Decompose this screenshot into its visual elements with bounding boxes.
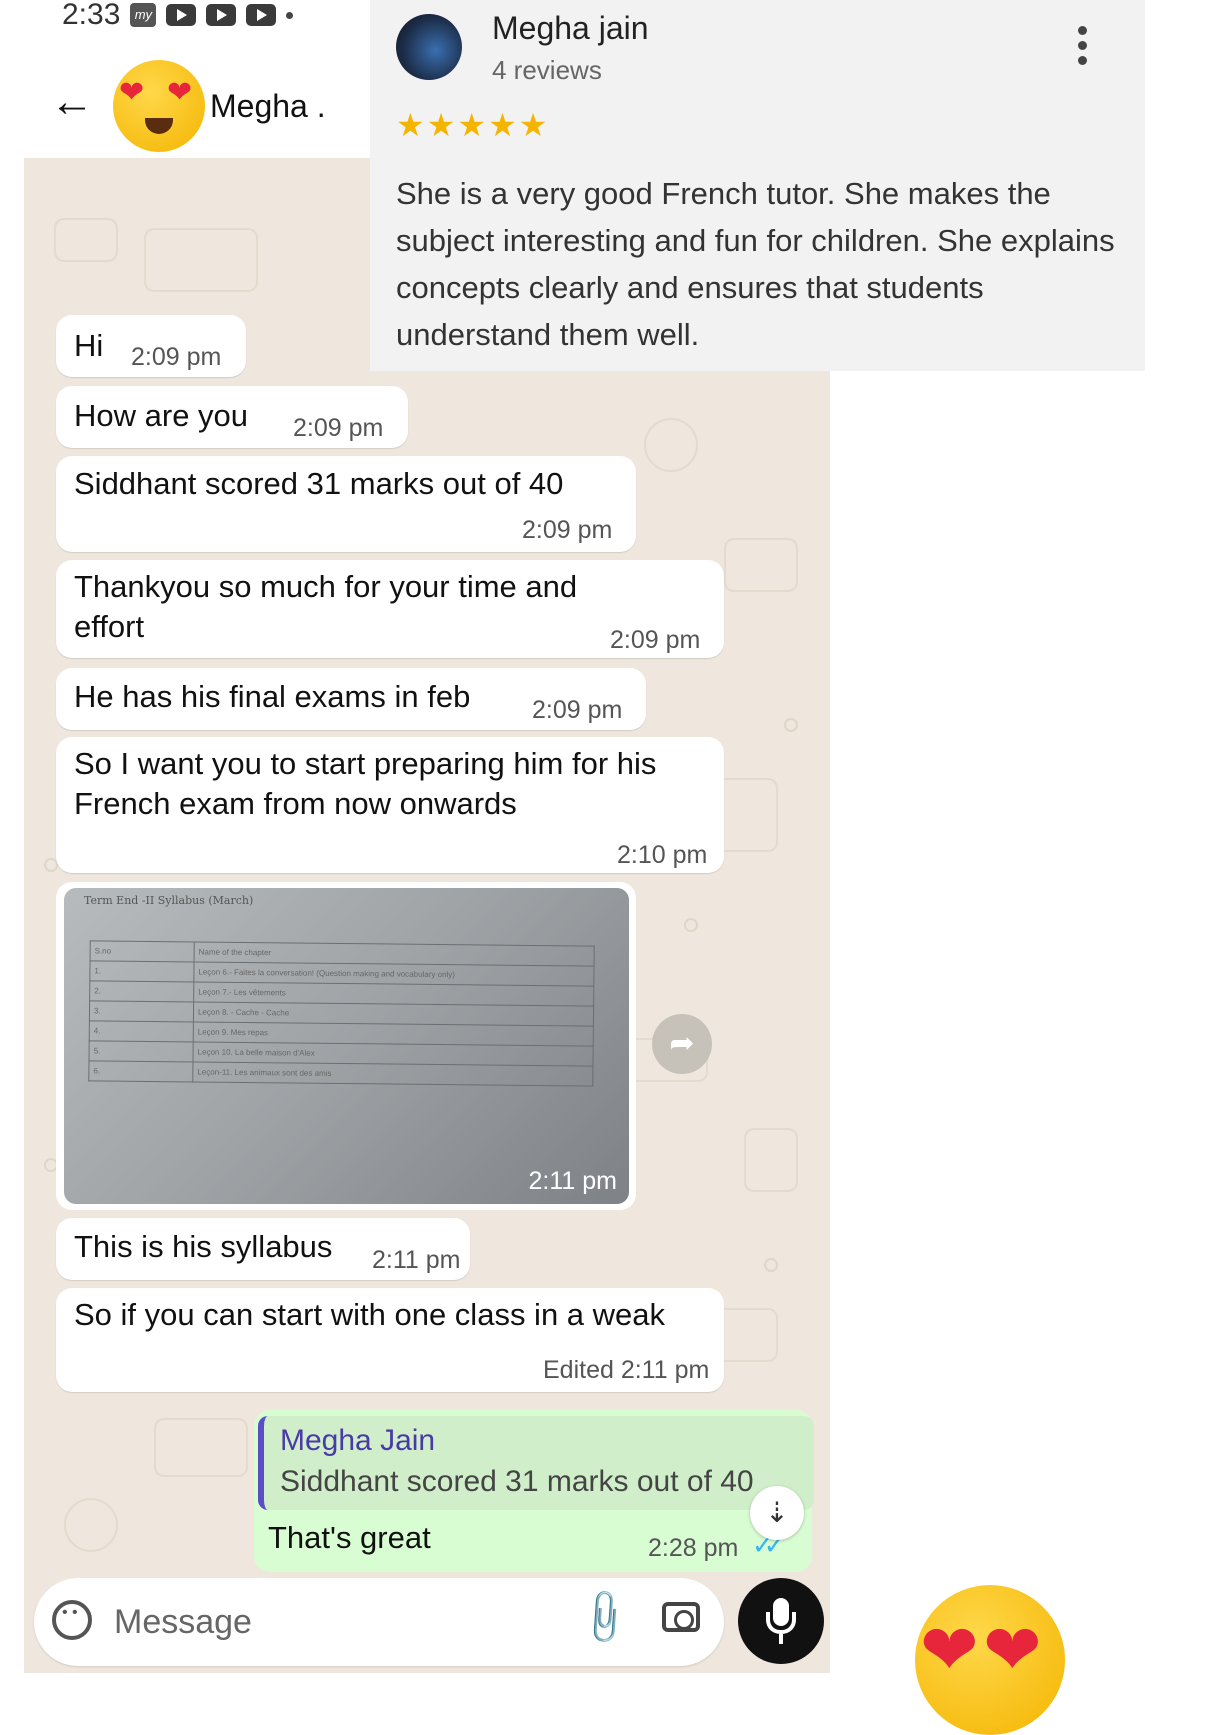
message-text: Hi [74,328,104,363]
heart-eye-icon: ❤ [920,1611,979,1689]
youtube-notification-icon [166,4,197,26]
status-bar: 2:33 my [62,0,294,31]
reviewer-name[interactable]: Megha jain [492,10,649,47]
message-time: 2:09 pm [610,626,701,654]
heart-eye-icon: ❤ [119,76,145,109]
message-composer: 📎 [34,1578,724,1666]
attach-icon[interactable]: 📎 [571,1586,636,1651]
status-time: 2:33 [62,0,121,31]
syllabus-photo[interactable]: Term End -II Syllabus (March) S.no Name o… [64,888,629,1204]
heart-eye-icon: ❤ [167,76,193,109]
syllabus-table: S.no Name of the chapter 1. Leçon 6.- Fait… [88,940,595,1087]
sent-message-bubble[interactable]: Megha Jain Siddhant scored 31 marks out … [254,1410,814,1572]
message-time: 2:09 pm [131,343,222,371]
message-bubble[interactable]: How are you 2:09 pm [56,386,408,448]
reviewer-avatar[interactable] [396,14,462,80]
message-text: Thankyou so much for your time and effor… [74,569,578,644]
smile-mouth-icon [145,118,173,134]
message-time: 2:11 pm [372,1246,461,1274]
message-bubble[interactable]: Thankyou so much for your time and effor… [56,560,724,658]
star-rating: ★★★★★ [396,107,550,143]
syllabus-title: Term End -II Syllabus (March) [84,894,254,907]
message-bubble[interactable]: He has his final exams in feb 2:09 pm [56,668,646,730]
chat-header: ← ❤ ❤ Megha . [0,50,360,160]
message-text: That's great [268,1520,431,1555]
message-time: 2:09 pm [522,516,613,544]
emoji-icon[interactable] [52,1600,92,1640]
message-bubble[interactable]: Siddhant scored 31 marks out of 40 2:09 … [56,456,636,552]
quoted-text: Siddhant scored 31 marks out of 40 [280,1465,754,1498]
message-text: Siddhant scored 31 marks out of 40 [74,466,564,501]
app-notification-icon: my [130,3,157,27]
review-card: Megha jain 4 reviews ★★★★★ She is a very… [370,0,1145,371]
more-vert-icon[interactable] [1078,26,1088,65]
message-text: This is his syllabus [74,1229,333,1264]
heart-eye-icon: ❤ [983,1611,1042,1689]
heart-eyes-emoji-icon: ❤ ❤ [915,1585,1065,1735]
message-text: He has his final exams in feb [74,679,471,714]
image-message-bubble[interactable]: Term End -II Syllabus (March) S.no Name o… [56,882,636,1210]
message-bubble[interactable]: This is his syllabus 2:11 pm [56,1218,470,1280]
mic-button[interactable] [738,1578,824,1664]
message-bubble[interactable]: So I want you to start preparing him for… [56,737,724,873]
review-text: She is a very good French tutor. She mak… [396,176,1115,352]
message-bubble[interactable]: Hi 2:09 pm [56,315,246,377]
message-time: 2:09 pm [532,696,623,724]
message-text: So I want you to start preparing him for… [74,746,657,821]
contact-avatar[interactable]: ❤ ❤ [113,60,205,152]
camera-icon[interactable] [662,1602,700,1632]
more-notifications-dot-icon [286,11,294,19]
review-count: 4 reviews [492,55,602,85]
forward-icon[interactable]: ➦ [652,1014,712,1074]
message-bubble[interactable]: So if you can start with one class in a … [56,1288,724,1392]
image-message-time: 2:11 pm [528,1167,617,1195]
back-arrow-icon[interactable]: ← [50,80,94,124]
contact-name[interactable]: Megha . [210,88,326,125]
quoted-message[interactable]: Megha Jain Siddhant scored 31 marks out … [258,1416,814,1510]
youtube-notification-icon [246,4,277,26]
scroll-down-icon[interactable]: ⇣ [750,1486,804,1540]
message-time: Edited 2:11 pm [543,1356,710,1384]
message-time: 2:09 pm [293,414,384,442]
message-text: So if you can start with one class in a … [74,1297,666,1332]
message-time: 2:28 pm [648,1534,739,1562]
message-text: How are you [74,398,249,433]
youtube-notification-icon [206,4,237,26]
message-time: 2:10 pm [617,841,708,869]
message-input[interactable] [112,1596,516,1648]
quoted-sender-name: Megha Jain [280,1424,436,1457]
